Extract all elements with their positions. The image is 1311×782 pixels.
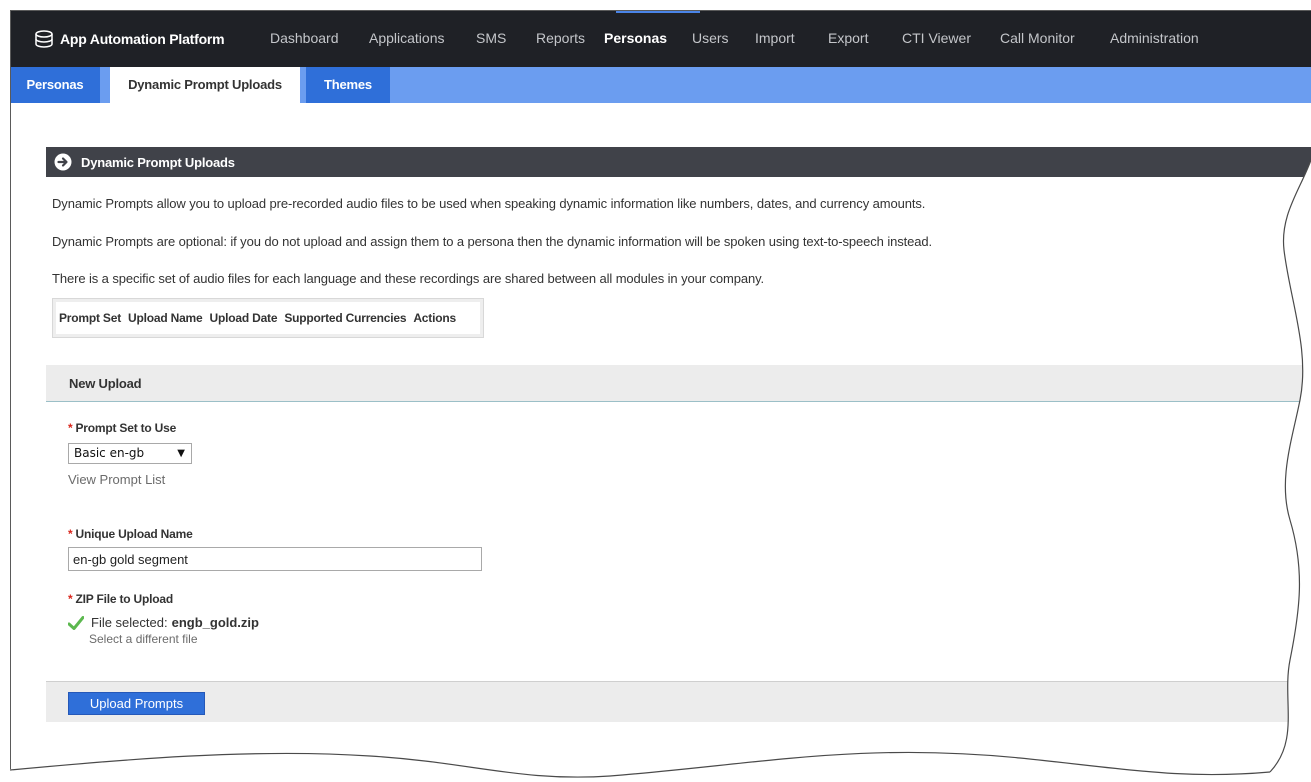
file-selected-row: File selected: engb_gold.zip [68,615,259,630]
upload-prompts-button[interactable]: Upload Prompts [68,692,205,715]
column-header-supported-currencies[interactable]: Supported Currencies [284,311,406,325]
table-header-row: Prompt Set Upload Name Upload Date Suppo… [56,302,480,334]
column-header-actions[interactable]: Actions [413,311,456,325]
description-paragraph-1: Dynamic Prompts allow you to upload pre-… [52,196,926,211]
section-header: Dynamic Prompt Uploads [46,147,1311,177]
nav-item-dashboard[interactable]: Dashboard [270,30,339,46]
column-header-upload-name[interactable]: Upload Name [128,311,203,325]
database-icon [35,30,53,48]
new-upload-title: New Upload [69,376,142,391]
arrow-circle-right-icon [54,153,72,171]
nav-item-users[interactable]: Users [692,30,729,46]
brand-name: App Automation Platform [60,31,225,47]
frame-border [10,10,11,770]
selected-file-name: engb_gold.zip [171,615,259,630]
tab-themes[interactable]: Themes [306,67,390,103]
file-selected-prefix: File selected: [91,615,168,630]
nav-item-administration[interactable]: Administration [1110,30,1199,46]
column-header-prompt-set[interactable]: Prompt Set [59,311,121,325]
description-paragraph-2: Dynamic Prompts are optional: if you do … [52,234,933,249]
prompt-uploads-table: Prompt Set Upload Name Upload Date Suppo… [52,298,484,338]
nav-item-cti-viewer[interactable]: CTI Viewer [902,30,971,46]
nav-item-personas[interactable]: Personas [604,30,667,46]
top-navigation: App Automation Platform Dashboard Applic… [10,10,1311,67]
description-paragraph-3: There is a specific set of audio files f… [52,271,765,286]
upload-name-input[interactable] [68,547,482,571]
view-prompt-list-link[interactable]: View Prompt List [68,472,165,487]
tab-dynamic-prompt-uploads[interactable]: Dynamic Prompt Uploads [110,67,300,103]
column-header-upload-date[interactable]: Upload Date [210,311,278,325]
section-title: Dynamic Prompt Uploads [81,154,235,170]
prompt-set-label-text: Prompt Set to Use [75,421,177,435]
app-window: App Automation Platform Dashboard Applic… [10,10,1311,782]
tab-personas[interactable]: Personas [10,67,100,103]
required-marker: * [68,421,73,435]
brand[interactable]: App Automation Platform [34,29,225,49]
frame-border [10,10,1311,11]
nav-item-import[interactable]: Import [755,30,795,46]
checkmark-icon [68,615,84,630]
dropdown-arrow-icon: ▼ [177,448,185,459]
nav-item-sms[interactable]: SMS [476,30,506,46]
zip-file-label-text: ZIP File to Upload [75,592,173,606]
prompt-set-select[interactable]: Basic en-gb ▼ [68,443,192,464]
form-footer: Upload Prompts [46,681,1311,722]
nav-item-applications[interactable]: Applications [369,30,445,46]
upload-name-label: * Unique Upload Name [68,527,193,541]
zip-file-label: * ZIP File to Upload [68,592,173,606]
prompt-set-select-value: Basic en-gb [74,446,145,460]
nav-item-reports[interactable]: Reports [536,30,585,46]
select-different-file-link[interactable]: Select a different file [89,632,198,645]
upload-name-label-text: Unique Upload Name [75,527,193,541]
nav-item-export[interactable]: Export [828,30,868,46]
new-upload-header: New Upload [46,365,1311,402]
required-marker: * [68,592,73,606]
prompt-set-label: * Prompt Set to Use [68,421,176,435]
sub-navigation: Personas Dynamic Prompt Uploads Themes [10,67,1311,103]
required-marker: * [68,527,73,541]
nav-item-call-monitor[interactable]: Call Monitor [1000,30,1075,46]
